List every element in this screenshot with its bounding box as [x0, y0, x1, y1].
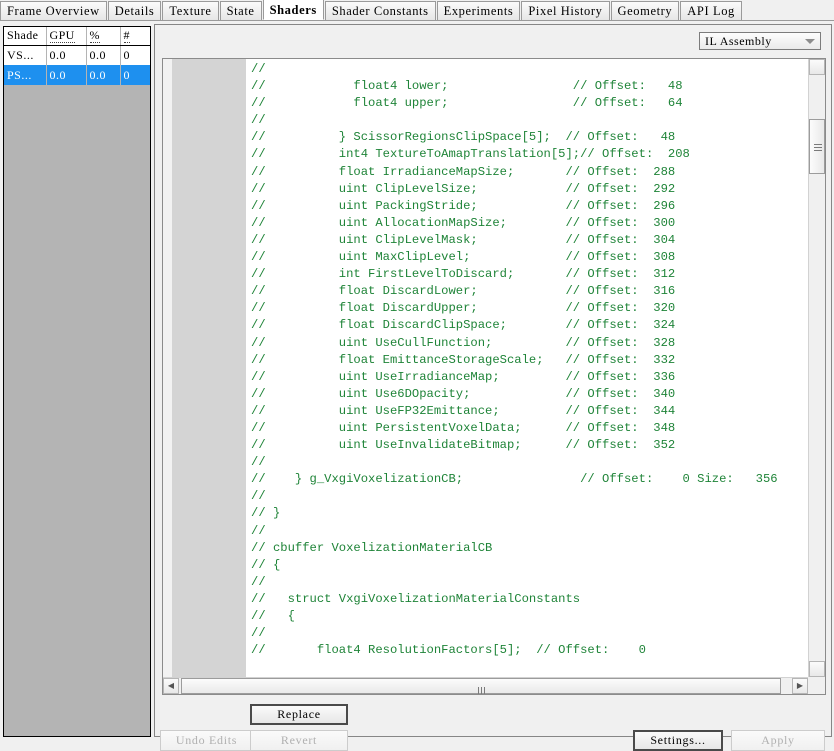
tab-geometry[interactable]: Geometry	[610, 1, 680, 20]
code-line: // uint MaxClipLevel; // Offset: 308	[251, 250, 676, 265]
code-line: // uint UseInvalidateBitmap; // Offset: …	[251, 438, 676, 453]
view-mode-dropdown[interactable]: IL Assembly	[699, 32, 821, 50]
scroll-up-icon[interactable]	[809, 59, 825, 75]
editor-horizontal-scrollbar[interactable]: ◀ ▶	[163, 677, 808, 694]
shader-table: Shade GPU % # VS... 0.0 0.0 0 PS... 0.0 …	[4, 27, 150, 85]
code-line: // } ScissorRegionsClipSpace[5]; // Offs…	[251, 130, 676, 145]
column-header-gpu[interactable]: GPU	[46, 27, 87, 46]
code-line: // float4 upper; // Offset: 64	[251, 96, 683, 111]
code-line: // float4 lower; // Offset: 48	[251, 79, 683, 94]
chevron-down-icon	[805, 39, 815, 44]
code-line: // {	[251, 609, 295, 623]
scroll-grip-icon	[814, 142, 822, 153]
code-line: // uint AllocationMapSize; // Offset: 30…	[251, 215, 676, 230]
scroll-left-icon[interactable]: ◀	[163, 678, 179, 694]
code-line: // float DiscardUpper; // Offset: 320	[251, 301, 676, 316]
code-line: //	[251, 523, 266, 538]
tab-shader-constants[interactable]: Shader Constants	[324, 1, 436, 20]
code-line: // }	[251, 506, 281, 521]
code-line: // float4 ResolutionFactors[5]; // Offse…	[251, 643, 646, 658]
code-line: // float IrradianceMapSize; // Offset: 2…	[251, 164, 676, 179]
code-line: // int4 TextureToAmapTranslation[5];// O…	[251, 147, 690, 162]
undo-edits-button[interactable]: Undo Edits	[160, 730, 253, 751]
code-line: //	[251, 626, 266, 641]
horizontal-scroll-thumb[interactable]	[181, 678, 781, 694]
cell-percent: 0.0	[86, 45, 121, 65]
apply-button[interactable]: Apply	[731, 730, 825, 751]
column-header-count[interactable]: #	[120, 27, 150, 46]
shader-code-text: // // float4 lower; // Offset: 48 // float…	[251, 61, 808, 677]
scroll-right-icon[interactable]: ▶	[792, 678, 808, 694]
code-line: // {	[251, 557, 281, 572]
code-line: // uint ClipLevelMask; // Offset: 304	[251, 232, 676, 247]
view-mode-value: IL Assembly	[705, 34, 772, 48]
code-line: // uint PersistentVoxelData; // Offset: …	[251, 420, 676, 435]
column-header-percent[interactable]: %	[86, 27, 121, 46]
shader-table-header-row: Shade GPU % #	[4, 27, 150, 46]
tab-api-log[interactable]: API Log	[680, 1, 742, 20]
main-tab-bar: Frame Overview Details Texture State Sha…	[0, 0, 834, 21]
code-line: // float EmittanceStorageScale; // Offse…	[251, 352, 676, 367]
cell-percent: 0.0	[86, 65, 121, 85]
code-line: //	[251, 489, 266, 504]
tab-state[interactable]: State	[219, 1, 262, 20]
shader-detail-panel: IL Assembly // // float4 lower; // Offset…	[154, 24, 832, 751]
tab-experiments[interactable]: Experiments	[436, 1, 521, 20]
tab-shaders[interactable]: Shaders	[262, 0, 324, 20]
code-line: //	[251, 113, 266, 128]
editor-viewport: // // float4 lower; // Offset: 48 // float…	[163, 59, 808, 677]
scrollbar-corner	[808, 677, 825, 694]
cell-gpu: 0.0	[46, 45, 87, 65]
table-row[interactable]: PS... 0.0 0.0 0	[4, 65, 150, 85]
code-line: // float DiscardLower; // Offset: 316	[251, 284, 676, 299]
cell-shader-name: VS...	[4, 45, 47, 65]
code-line: //	[251, 574, 266, 589]
editor-gutter[interactable]	[163, 59, 247, 677]
cell-shader-name: PS...	[4, 65, 47, 85]
code-line: // struct VxgiVoxelizationMaterialConsta…	[251, 591, 581, 606]
editor-vertical-scrollbar[interactable]	[808, 59, 825, 677]
settings-button[interactable]: Settings...	[633, 730, 723, 751]
editor-toolbar: IL Assembly	[155, 25, 831, 55]
code-line: // uint PackingStride; // Offset: 296	[251, 198, 676, 213]
code-line: // } g_VxgiVoxelizationCB; // Offset: 0 …	[251, 472, 778, 487]
table-row[interactable]: VS... 0.0 0.0 0	[4, 45, 150, 65]
tab-frame-overview[interactable]: Frame Overview	[0, 1, 107, 20]
editor-marker-column[interactable]	[163, 59, 172, 677]
revert-button[interactable]: Revert	[250, 730, 348, 751]
tab-texture[interactable]: Texture	[162, 1, 219, 20]
code-line: //	[251, 455, 266, 470]
replace-button[interactable]: Replace	[250, 704, 348, 725]
code-line: // cbuffer VoxelizationMaterialCB	[251, 540, 493, 555]
shader-list-panel: Shade GPU % # VS... 0.0 0.0 0 PS... 0.0 …	[3, 26, 151, 737]
tab-details[interactable]: Details	[107, 1, 162, 20]
code-line: // uint Use6DOpacity; // Offset: 340	[251, 386, 676, 401]
scroll-grip-icon	[477, 683, 486, 694]
shader-code-editor[interactable]: // // float4 lower; // Offset: 48 // float…	[162, 58, 826, 695]
code-line: // int FirstLevelToDiscard; // Offset: 3…	[251, 267, 676, 282]
code-line: // uint UseCullFunction; // Offset: 328	[251, 335, 676, 350]
vertical-scroll-thumb[interactable]	[809, 119, 825, 174]
cell-count: 0	[120, 65, 150, 85]
code-line: //	[251, 62, 266, 76]
cell-gpu: 0.0	[46, 65, 87, 85]
tab-pixel-history[interactable]: Pixel History	[521, 1, 610, 20]
cell-count: 0	[120, 45, 150, 65]
column-header-shader[interactable]: Shade	[4, 27, 47, 46]
code-line: // float DiscardClipSpace; // Offset: 32…	[251, 318, 676, 333]
code-line: // uint UseFP32Emittance; // Offset: 344	[251, 403, 676, 418]
code-line: // uint UseIrradianceMap; // Offset: 336	[251, 369, 676, 384]
code-line: // uint ClipLevelSize; // Offset: 292	[251, 181, 676, 196]
scroll-down-icon[interactable]	[809, 661, 825, 677]
